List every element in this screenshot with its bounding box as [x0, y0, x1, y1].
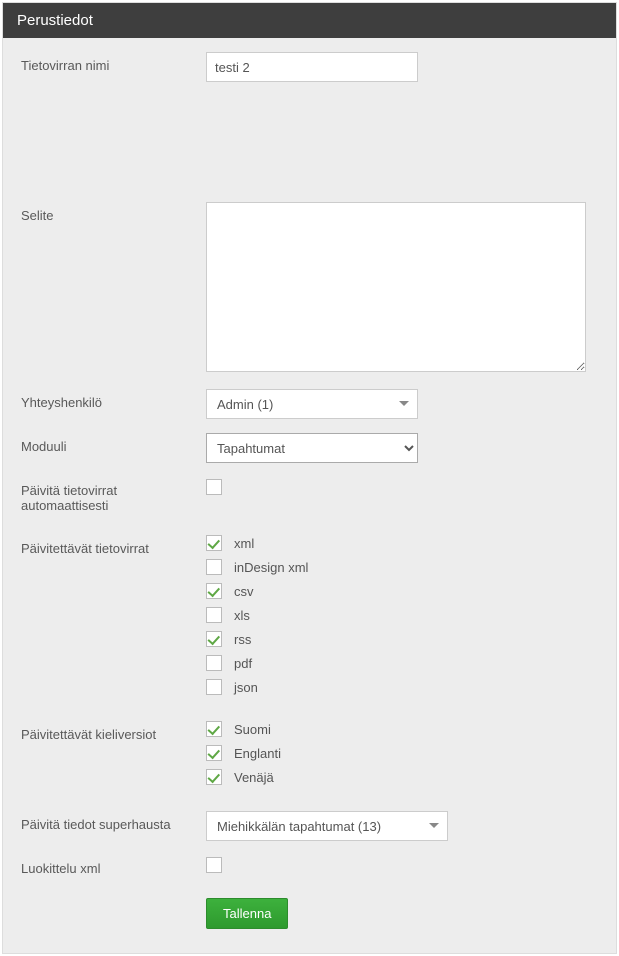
format-label-xml: xml — [234, 536, 254, 551]
label-description: Selite — [21, 202, 206, 223]
save-button[interactable]: Tallenna — [206, 898, 288, 929]
format-checkbox-pdf[interactable] — [206, 655, 222, 671]
classify-checkbox[interactable] — [206, 857, 222, 873]
language-label-fi: Suomi — [234, 722, 271, 737]
label-autoupdate: Päivitä tietovirrat automaattisesti — [21, 477, 206, 513]
label-contact: Yhteyshenkilö — [21, 389, 206, 410]
format-label-csv: csv — [234, 584, 254, 599]
contact-select-value: Admin (1) — [206, 389, 418, 419]
row-name: Tietovirran nimi — [21, 52, 598, 82]
supersearch-select[interactable]: Miehikkälän tapahtumat (13) — [206, 811, 448, 841]
name-input[interactable] — [206, 52, 418, 82]
row-formats: Päivitettävät tietovirrat xml inDesign xm… — [21, 535, 598, 703]
language-item-en: Englanti — [206, 745, 598, 761]
language-checkbox-ru[interactable] — [206, 769, 222, 785]
row-module: Moduuli Tapahtumat — [21, 433, 598, 463]
label-formats: Päivitettävät tietovirrat — [21, 535, 206, 556]
format-checkbox-xls[interactable] — [206, 607, 222, 623]
label-classify: Luokittelu xml — [21, 855, 206, 876]
language-label-en: Englanti — [234, 746, 281, 761]
basic-info-panel: Perustiedot Tietovirran nimi Selite Yhte… — [2, 2, 617, 954]
languages-list: Suomi Englanti Venäjä — [206, 721, 598, 793]
supersearch-select-value: Miehikkälän tapahtumat (13) — [206, 811, 448, 841]
format-item-json: json — [206, 679, 598, 695]
language-item-ru: Venäjä — [206, 769, 598, 785]
format-item-xls: xls — [206, 607, 598, 623]
format-label-xls: xls — [234, 608, 250, 623]
panel-title: Perustiedot — [3, 3, 616, 38]
format-item-xml: xml — [206, 535, 598, 551]
panel-body: Tietovirran nimi Selite Yhteyshenkilö Ad… — [3, 38, 616, 953]
format-checkbox-xml[interactable] — [206, 535, 222, 551]
format-checkbox-json[interactable] — [206, 679, 222, 695]
format-label-pdf: pdf — [234, 656, 252, 671]
format-label-indesign: inDesign xml — [234, 560, 308, 575]
formats-list: xml inDesign xml csv xls rss pdf json — [206, 535, 598, 703]
label-languages: Päivitettävät kieliversiot — [21, 721, 206, 742]
row-contact: Yhteyshenkilö Admin (1) — [21, 389, 598, 419]
language-label-ru: Venäjä — [234, 770, 274, 785]
description-textarea[interactable] — [206, 202, 586, 372]
row-supersearch: Päivitä tiedot superhausta Miehikkälän t… — [21, 811, 598, 841]
format-label-json: json — [234, 680, 258, 695]
contact-select[interactable]: Admin (1) — [206, 389, 418, 419]
format-item-indesign: inDesign xml — [206, 559, 598, 575]
row-languages: Päivitettävät kieliversiot Suomi Englanti… — [21, 721, 598, 793]
autoupdate-checkbox[interactable] — [206, 479, 222, 495]
label-name: Tietovirran nimi — [21, 52, 206, 73]
language-checkbox-en[interactable] — [206, 745, 222, 761]
format-label-rss: rss — [234, 632, 251, 647]
row-description: Selite — [21, 202, 598, 375]
format-item-csv: csv — [206, 583, 598, 599]
format-checkbox-rss[interactable] — [206, 631, 222, 647]
format-checkbox-indesign[interactable] — [206, 559, 222, 575]
label-supersearch: Päivitä tiedot superhausta — [21, 811, 206, 832]
row-classify: Luokittelu xml — [21, 855, 598, 876]
module-select[interactable]: Tapahtumat — [206, 433, 418, 463]
format-item-rss: rss — [206, 631, 598, 647]
format-item-pdf: pdf — [206, 655, 598, 671]
format-checkbox-csv[interactable] — [206, 583, 222, 599]
row-autoupdate: Päivitä tietovirrat automaattisesti — [21, 477, 598, 513]
row-actions: Tallenna — [21, 898, 598, 929]
language-checkbox-fi[interactable] — [206, 721, 222, 737]
label-module: Moduuli — [21, 433, 206, 454]
language-item-fi: Suomi — [206, 721, 598, 737]
